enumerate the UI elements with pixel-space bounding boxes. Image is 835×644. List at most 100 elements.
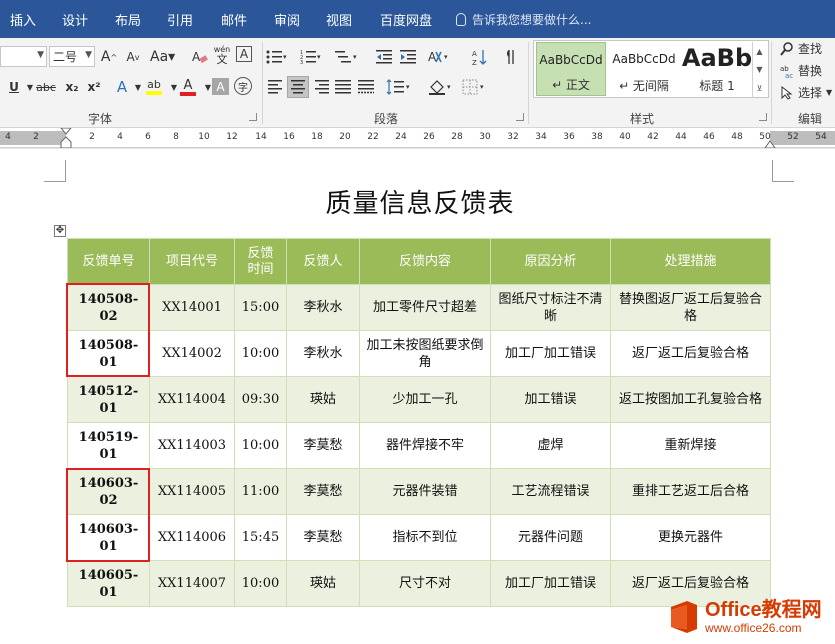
cell-cause[interactable]: 加工错误 xyxy=(490,376,611,423)
cell-time[interactable]: 11:00 xyxy=(234,468,287,515)
cell-feedback-no[interactable]: 140519-01 xyxy=(67,422,150,469)
paragraph-dialog-launcher-icon[interactable] xyxy=(516,113,524,121)
more-styles-icon[interactable]: ⊻ xyxy=(757,84,763,93)
cell-cause[interactable]: 加工厂加工错误 xyxy=(490,330,611,377)
cell-reporter[interactable]: 李莫愁 xyxy=(286,514,360,561)
shrink-font-button[interactable]: Av xyxy=(123,46,143,68)
tab-insert[interactable]: 插入 xyxy=(10,0,36,38)
grow-font-button[interactable]: A ^ xyxy=(99,46,119,68)
header-feedback-no[interactable]: 反馈单号 xyxy=(67,238,150,285)
cell-reporter[interactable]: 李秋水 xyxy=(286,330,360,377)
cell-content[interactable]: 器件焊接不牢 xyxy=(359,422,491,469)
cell-cause[interactable]: 图纸尺寸标注不清晰 xyxy=(490,284,611,331)
right-indent-marker-icon[interactable] xyxy=(764,138,776,148)
cell-time[interactable]: 10:00 xyxy=(234,330,287,377)
font-name-combo[interactable]: ▼ xyxy=(0,46,47,67)
styles-scroll[interactable]: ▲ ▼ ⊻ xyxy=(752,42,766,98)
style-no-spacing[interactable]: AaBbCcDd ↵ 无间隔 xyxy=(609,42,679,96)
cell-content[interactable]: 元器件装错 xyxy=(359,468,491,515)
cell-measures[interactable]: 重新焊接 xyxy=(610,422,771,469)
font-size-combo[interactable]: 二号 ▼ xyxy=(49,46,95,67)
replace-button[interactable]: ab ac 替换 xyxy=(780,62,822,79)
tab-view[interactable]: 视图 xyxy=(326,0,352,38)
document-title[interactable]: 质量信息反馈表 xyxy=(0,183,835,220)
header-reporter[interactable]: 反馈人 xyxy=(286,238,360,285)
decrease-indent-icon[interactable] xyxy=(374,46,394,68)
cell-content[interactable]: 加工零件尺寸超差 xyxy=(359,284,491,331)
numbering-icon[interactable]: 1 2 3 ▾ xyxy=(300,46,322,68)
header-cause[interactable]: 原因分析 xyxy=(490,238,611,285)
change-case-button[interactable]: Aa▾ xyxy=(150,46,175,68)
cell-cause[interactable]: 元器件问题 xyxy=(490,514,611,561)
cell-project-code[interactable]: XX14002 xyxy=(149,330,235,377)
cell-cause[interactable]: 虚焊 xyxy=(490,422,611,469)
cell-feedback-no[interactable]: 140512-01 xyxy=(67,376,150,423)
cell-cause[interactable]: 工艺流程错误 xyxy=(490,468,611,515)
font-color-button[interactable]: A xyxy=(178,76,198,98)
header-content[interactable]: 反馈内容 xyxy=(359,238,491,285)
strikethrough-button[interactable]: abc xyxy=(36,76,56,98)
borders-icon[interactable]: ▾ xyxy=(462,76,488,98)
clear-format-icon[interactable]: A xyxy=(190,46,210,68)
tab-review[interactable]: 审阅 xyxy=(274,0,300,38)
multilevel-list-icon[interactable]: ▾ xyxy=(334,46,360,68)
increase-indent-icon[interactable] xyxy=(398,46,418,68)
distributed-icon[interactable] xyxy=(356,76,376,98)
cell-reporter[interactable]: 李莫愁 xyxy=(286,422,360,469)
tab-layout[interactable]: 布局 xyxy=(115,0,141,38)
cell-content[interactable]: 少加工一孔 xyxy=(359,376,491,423)
font-dialog-launcher-icon[interactable] xyxy=(249,113,257,121)
find-button[interactable]: 查找 xyxy=(780,40,822,57)
cell-measures[interactable]: 返厂返工后复验合格 xyxy=(610,330,771,377)
character-border-button[interactable]: A xyxy=(236,46,252,62)
line-spacing-icon[interactable]: ▾ xyxy=(386,76,412,98)
shading-icon[interactable]: ▾ xyxy=(428,76,454,98)
align-left-icon[interactable] xyxy=(266,76,286,98)
cell-time[interactable]: 10:00 xyxy=(234,560,287,607)
cell-measures[interactable]: 替换图返厂返工后复验合格 xyxy=(610,284,771,331)
cell-reporter[interactable]: 李秋水 xyxy=(286,284,360,331)
cell-project-code[interactable]: XX114005 xyxy=(149,468,235,515)
phonetic-guide-button[interactable]: wén 文 xyxy=(212,44,232,66)
tab-references[interactable]: 引用 xyxy=(167,0,193,38)
cell-reporter[interactable]: 李莫愁 xyxy=(286,468,360,515)
style-normal[interactable]: AaBbCcDd ↵ 正文 xyxy=(536,42,606,96)
cell-content[interactable]: 指标不到位 xyxy=(359,514,491,561)
cell-reporter[interactable]: 瑛姑 xyxy=(286,560,360,607)
cell-measures[interactable]: 返工按图加工孔复验合格 xyxy=(610,376,771,423)
cell-measures[interactable]: 重排工艺返工后合格 xyxy=(610,468,771,515)
styles-dialog-launcher-icon[interactable] xyxy=(759,113,767,121)
cell-project-code[interactable]: XX114003 xyxy=(149,422,235,469)
cell-project-code[interactable]: XX114007 xyxy=(149,560,235,607)
cell-content[interactable]: 加工未按图纸要求倒角 xyxy=(359,330,491,377)
cell-reporter[interactable]: 瑛姑 xyxy=(286,376,360,423)
cell-time[interactable]: 15:00 xyxy=(234,284,287,331)
select-button[interactable]: 选择 ▼ xyxy=(780,84,832,101)
enclose-characters-button[interactable]: 字 xyxy=(234,77,252,95)
header-measures[interactable]: 处理措施 xyxy=(610,238,771,285)
scroll-down-icon[interactable]: ▼ xyxy=(756,65,762,74)
character-shading-button[interactable]: A xyxy=(212,78,229,95)
cell-feedback-no[interactable]: 140605-01 xyxy=(67,560,150,607)
scroll-up-icon[interactable]: ▲ xyxy=(756,47,762,56)
cell-time[interactable]: 10:00 xyxy=(234,422,287,469)
cell-project-code[interactable]: XX114004 xyxy=(149,376,235,423)
tab-baidu-netdisk[interactable]: 百度网盘 xyxy=(380,0,432,38)
subscript-button[interactable]: x₂ xyxy=(62,76,82,98)
align-right-icon[interactable] xyxy=(311,76,331,98)
superscript-button[interactable]: x² xyxy=(84,76,104,98)
cell-time[interactable]: 09:30 xyxy=(234,376,287,423)
cell-project-code[interactable]: XX114006 xyxy=(149,514,235,561)
highlight-button[interactable]: ab xyxy=(144,76,164,98)
align-center-icon[interactable] xyxy=(287,76,309,98)
tell-me-search[interactable]: 告诉我您想要做什么... xyxy=(456,11,591,28)
justify-icon[interactable] xyxy=(333,76,353,98)
style-heading-1[interactable]: AaBb 标题 1 xyxy=(682,42,752,96)
cell-project-code[interactable]: XX14001 xyxy=(149,284,235,331)
tab-mailings[interactable]: 邮件 xyxy=(221,0,247,38)
bullets-icon[interactable]: ▾ xyxy=(266,46,288,68)
header-feedback-time[interactable]: 反馈 时间 xyxy=(234,238,287,285)
cell-content[interactable]: 尺寸不对 xyxy=(359,560,491,607)
tab-design[interactable]: 设计 xyxy=(62,0,88,38)
horizontal-ruler[interactable]: 4 2 2 4 6 8 10 12 14 16 18 20 22 24 26 28 30 32 34 36 38 40 42… xyxy=(0,128,835,148)
